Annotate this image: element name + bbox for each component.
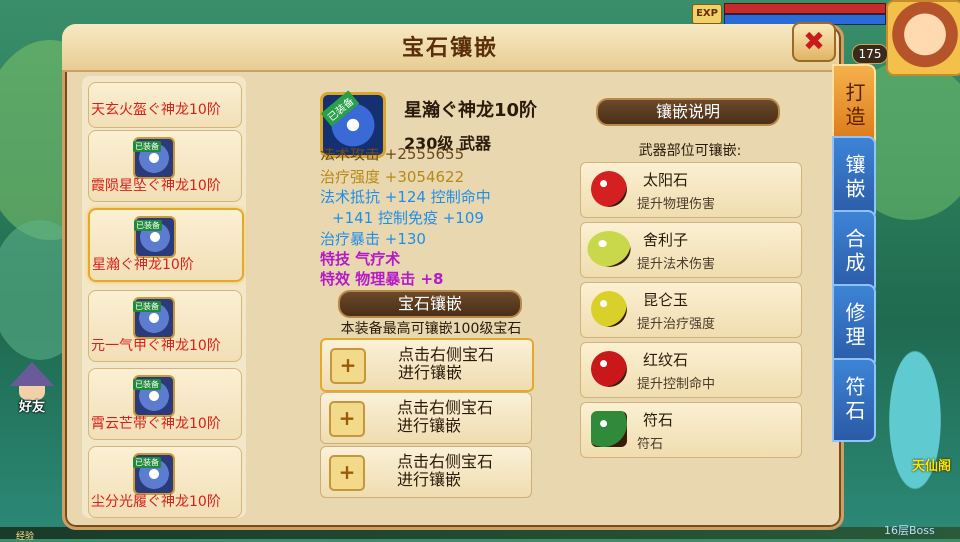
stat-line: 治疗强度 +3054622 [320, 168, 465, 186]
slot-line2: 进行镶嵌 [397, 416, 462, 435]
plus-icon: + [329, 401, 365, 437]
equipment-list-item[interactable]: 已装备霞陨星坠ぐ神龙10阶 [88, 130, 242, 202]
equipped-tag: 已装备 [133, 379, 161, 390]
gem-name: 符石 [643, 411, 674, 429]
gem-option[interactable]: 昆仑玉提升治疗强度 [580, 282, 802, 338]
boss-label: 16层Boss [884, 524, 935, 537]
close-button[interactable]: ✖ [792, 22, 836, 62]
gem-icon [591, 291, 627, 327]
equipment-item-name: 天玄火盔ぐ神龙10阶 [91, 102, 221, 118]
equipped-tag: 已装备 [133, 457, 161, 468]
friend-button[interactable]: 好友 [8, 362, 56, 415]
gem-icon [591, 411, 627, 447]
slot-line2: 进行镶嵌 [397, 470, 462, 489]
gem-desc: 提升控制命中 [637, 377, 716, 392]
explain-subtitle: 武器部位可镶嵌: [638, 143, 742, 159]
side-tab[interactable]: 镶嵌 [832, 136, 876, 220]
stat-line: +141 控制免疫 +109 [332, 209, 484, 227]
gem-slot[interactable]: + 点击右侧宝石 进行镶嵌 [320, 446, 532, 498]
plus-icon: + [329, 455, 365, 491]
equipped-tag: 已装备 [134, 220, 162, 231]
equipment-item-name: 尘分光履ぐ神龙10阶 [91, 494, 221, 510]
equipment-list-item[interactable]: 已装备尘分光履ぐ神龙10阶 [88, 446, 242, 518]
gem-slot[interactable]: + 点击右侧宝石 进行镶嵌 [320, 392, 532, 444]
equipment-item-name: 元一气甲ぐ神龙10阶 [91, 338, 221, 354]
gem-option[interactable]: 舍利子提升法术伤害 [580, 222, 802, 278]
equipment-item-name: 霞陨星坠ぐ神龙10阶 [91, 178, 221, 194]
slot-line1: 点击右侧宝石 [398, 345, 495, 364]
side-tab[interactable]: 符石 [832, 358, 876, 442]
equipment-list-item[interactable]: 已装备天玄火盔ぐ神龙10阶 [88, 82, 242, 128]
stat-line: 法术攻击 +2555655 [320, 148, 465, 162]
stat-line: 法术抵抗 +124 控制命中 [320, 188, 491, 206]
side-tab[interactable]: 修理 [832, 284, 876, 368]
stat-line: 特效 物理暴击 +8 [320, 270, 444, 288]
gem-desc: 提升物理伤害 [637, 197, 716, 212]
gem-name: 红纹石 [643, 351, 689, 369]
slot-line2: 进行镶嵌 [398, 363, 463, 382]
side-tab[interactable]: 合成 [832, 210, 876, 294]
friend-hat-icon [10, 362, 54, 386]
exp-badge: EXP [692, 4, 722, 24]
equipment-list-item[interactable]: 已装备星瀚ぐ神龙10阶 [88, 208, 244, 282]
equipped-tag: 已装备 [133, 141, 161, 152]
slot-line1: 点击右侧宝石 [397, 398, 494, 417]
corner-text: 天仙阁 [912, 459, 952, 474]
plus-icon: + [330, 348, 366, 384]
hp-bar [724, 3, 886, 14]
gem-icon [591, 171, 627, 207]
equipment-list-item[interactable]: 已装备霄云芒带ぐ神龙10阶 [88, 368, 242, 440]
gem-name: 昆仑玉 [643, 291, 689, 309]
gem-icon [591, 351, 627, 387]
inlay-section-title: 宝石镶嵌 [338, 290, 522, 318]
equipment-list-item[interactable]: 已装备元一气甲ぐ神龙10阶 [88, 290, 242, 362]
slot-line1: 点击右侧宝石 [397, 452, 494, 471]
friend-label: 好友 [18, 400, 45, 415]
equipment-item-name: 霄云芒带ぐ神龙10阶 [91, 416, 221, 432]
stat-line: 特技 气疗术 [320, 250, 401, 268]
equipment-item-name: 星瀚ぐ神龙10阶 [92, 257, 194, 273]
gem-option[interactable]: 红纹石提升控制命中 [580, 342, 802, 398]
gem-name: 舍利子 [643, 231, 689, 249]
gem-option[interactable]: 符石 符石 [580, 402, 802, 458]
bottom-exp-label: 经验 [16, 532, 35, 542]
gem-name: 太阳石 [643, 171, 689, 189]
gem-desc: 提升法术伤害 [637, 257, 716, 272]
inlay-hint: 本装备最高可镶嵌100级宝石 [340, 321, 522, 337]
window-title: 宝石镶嵌 [401, 36, 498, 61]
gem-desc: 提升治疗强度 [637, 317, 716, 332]
gem-desc: 符石 [637, 437, 664, 452]
equipped-tag: 已装备 [133, 301, 161, 312]
gem-slot[interactable]: + 点击右侧宝石 进行镶嵌 [320, 338, 534, 392]
gem-icon [587, 231, 631, 267]
gem-option[interactable]: 太阳石提升物理伤害 [580, 162, 802, 218]
stat-line: 治疗暴击 +130 [320, 230, 426, 248]
explain-section-title: 镶嵌说明 [596, 98, 780, 126]
equipment-name: 星瀚ぐ神龙10阶 [404, 100, 538, 121]
